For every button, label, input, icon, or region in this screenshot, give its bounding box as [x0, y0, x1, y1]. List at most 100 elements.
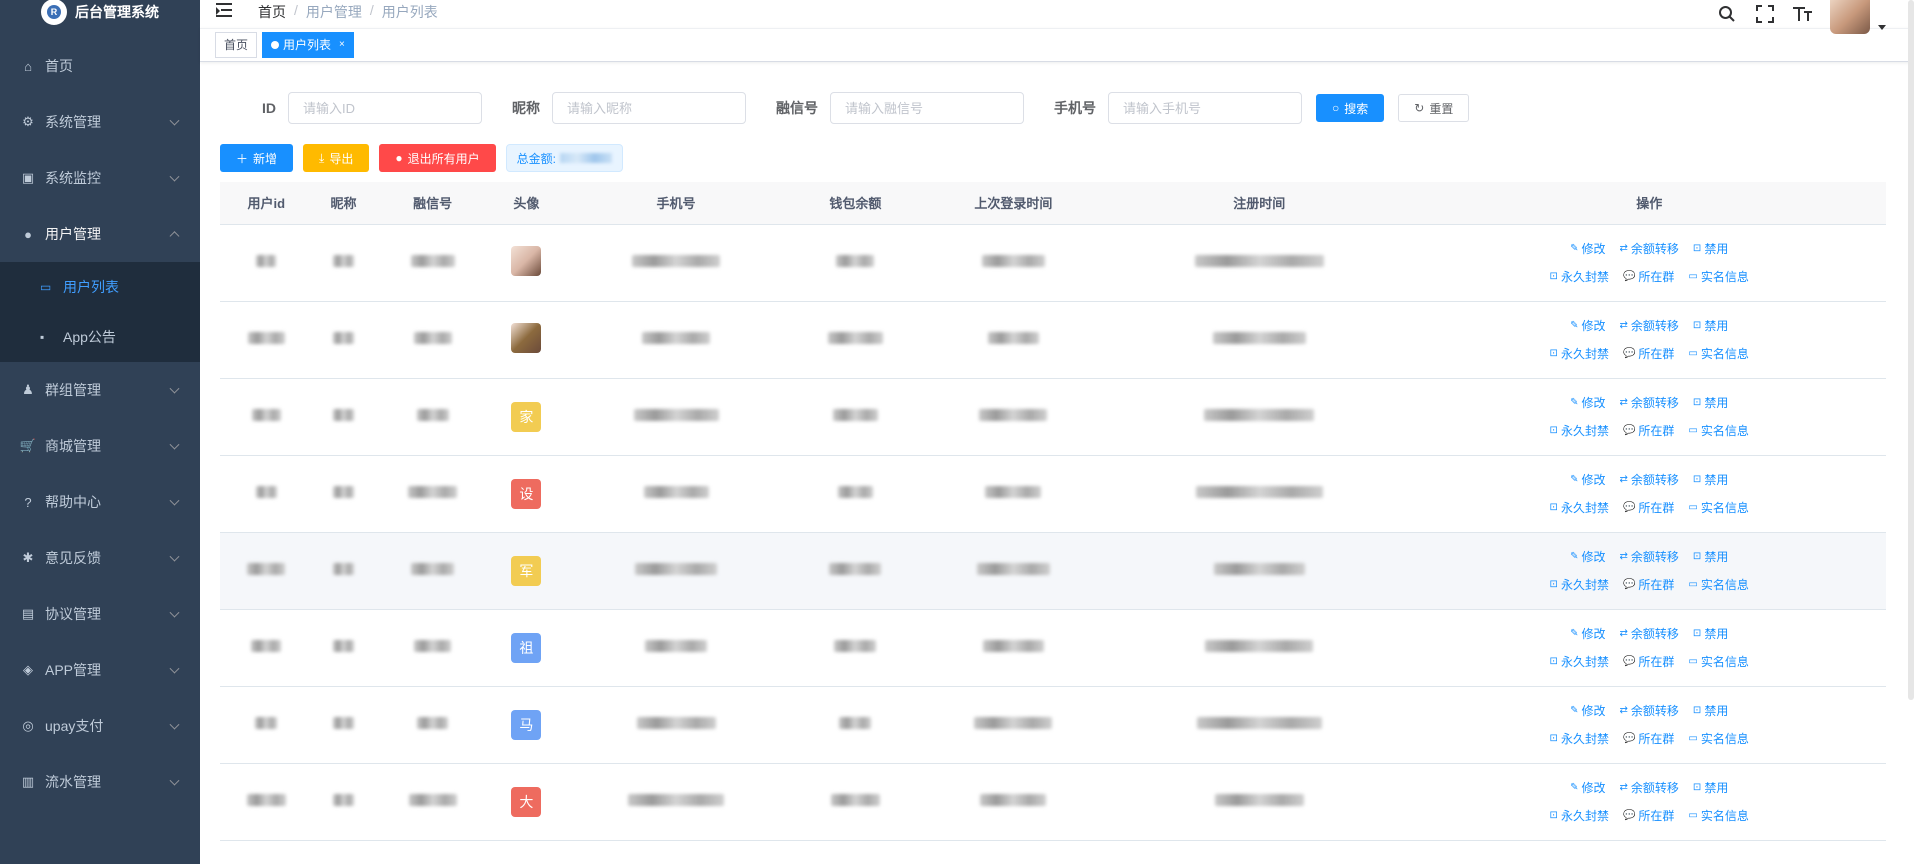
- action-0-ops_row2[interactable]: ⊡ 永久封禁: [1550, 807, 1609, 824]
- sidebar-item-2[interactable]: ▣ 系统监控: [0, 150, 200, 206]
- table-row[interactable]: 大 ✎ 修改 ⇄ 余额转移 ⊡ 禁用 ⊡ 永久封禁 💬 所在群 ▭ 实名信息: [220, 763, 1886, 841]
- breadcrumb-home[interactable]: 首页: [258, 2, 286, 22]
- table-row[interactable]: 马 ✎ 修改 ⇄ 余额转移 ⊡ 禁用 ⊡ 永久封禁 💬 所在群 ▭ 实名信息: [220, 686, 1886, 764]
- action-2-ops_row2[interactable]: ▭ 实名信息: [1688, 653, 1748, 670]
- action-0-ops_row1[interactable]: ✎ 修改: [1570, 394, 1605, 411]
- action-0-ops_row1[interactable]: ✎ 修改: [1570, 240, 1605, 257]
- tag-user-list[interactable]: 用户列表 ×: [262, 32, 354, 58]
- action-0-ops_row2[interactable]: ⊡ 永久封禁: [1550, 730, 1609, 747]
- sidebar-item-4[interactable]: ♟ 群组管理: [0, 362, 200, 418]
- redacted-value: [632, 255, 721, 267]
- action-1-ops_row1[interactable]: ⇄ 余额转移: [1620, 548, 1679, 565]
- id-input[interactable]: [288, 92, 482, 124]
- action-1-ops_row2[interactable]: 💬 所在群: [1623, 268, 1674, 285]
- action-2-ops_row1[interactable]: ⊡ 禁用: [1693, 779, 1728, 796]
- sidebar-item-11[interactable]: ▥ 流水管理: [0, 754, 200, 810]
- action-2-ops_row2[interactable]: ▭ 实名信息: [1688, 499, 1748, 516]
- action-1-ops_row1[interactable]: ⇄ 余额转移: [1620, 317, 1679, 334]
- action-1-ops_row2[interactable]: 💬 所在群: [1623, 499, 1674, 516]
- action-2-ops_row1[interactable]: ⊡ 禁用: [1693, 471, 1728, 488]
- sidebar-item-5[interactable]: 🛒 商城管理: [0, 418, 200, 474]
- tag-home[interactable]: 首页: [215, 32, 258, 58]
- action-1-ops_row1[interactable]: ⇄ 余额转移: [1620, 394, 1679, 411]
- action-0-ops_row2[interactable]: ⊡ 永久封禁: [1550, 268, 1609, 285]
- add-button[interactable]: ＋新增: [220, 144, 294, 172]
- sidebar-item-8[interactable]: ▤ 协议管理: [0, 586, 200, 642]
- sidebar-item-9[interactable]: ◈ APP管理: [0, 642, 200, 698]
- logout-all-button[interactable]: ● 退出所有用户: [379, 144, 496, 172]
- table-row[interactable]: 军 ✎ 修改 ⇄ 余额转移 ⊡ 禁用 ⊡ 永久封禁 💬 所在群 ▭ 实名信息: [220, 532, 1886, 610]
- font-size-icon[interactable]: [1792, 3, 1814, 25]
- action-1-ops_row1[interactable]: ⇄ 余额转移: [1620, 471, 1679, 488]
- action-2-ops_row2[interactable]: ▭ 实名信息: [1688, 268, 1748, 285]
- action-2-ops_row2[interactable]: ▭ 实名信息: [1688, 345, 1748, 362]
- sidebar-item-0[interactable]: ⌂ 首页: [0, 38, 200, 94]
- action-2-ops_row1[interactable]: ⊡ 禁用: [1693, 625, 1728, 642]
- action-2-ops_row1[interactable]: ⊡ 禁用: [1693, 394, 1728, 411]
- hamburger-icon[interactable]: [216, 3, 236, 19]
- search-button[interactable]: ○ 搜索: [1316, 94, 1385, 122]
- submenu-item-1[interactable]: ▪ App公告: [0, 312, 200, 362]
- sidebar-item-6[interactable]: ? 帮助中心: [0, 474, 200, 530]
- action-0-ops_row2[interactable]: ⊡ 永久封禁: [1550, 345, 1609, 362]
- action-2-ops_row2[interactable]: ▭ 实名信息: [1688, 730, 1748, 747]
- sidebar-item-3[interactable]: ● 用户管理: [0, 206, 200, 262]
- action-2-ops_row1[interactable]: ⊡ 禁用: [1693, 317, 1728, 334]
- action-1-ops_row2[interactable]: 💬 所在群: [1623, 345, 1674, 362]
- action-0-ops_row1[interactable]: ✎ 修改: [1570, 471, 1605, 488]
- avatar: 祖: [511, 632, 542, 663]
- user-avatar[interactable]: [1830, 0, 1870, 34]
- sidebar-item-1[interactable]: ⚙ 系统管理: [0, 94, 200, 150]
- action-1-ops_row2[interactable]: 💬 所在群: [1623, 576, 1674, 593]
- scrollbar[interactable]: [1908, 0, 1914, 700]
- sidebar-item-7[interactable]: ✱ 意见反馈: [0, 530, 200, 586]
- table-row[interactable]: 祖 ✎ 修改 ⇄ 余额转移 ⊡ 禁用 ⊡ 永久封禁 💬 所在群 ▭ 实名信息: [220, 609, 1886, 687]
- nickname-input[interactable]: [552, 92, 746, 124]
- action-0-ops_row1[interactable]: ✎ 修改: [1570, 779, 1605, 796]
- reset-button[interactable]: ↻ 重置: [1398, 94, 1470, 122]
- action-2-ops_row2[interactable]: ▭ 实名信息: [1688, 422, 1748, 439]
- app-logo[interactable]: R 后台管理系统: [0, 0, 200, 28]
- caret-down-icon[interactable]: [1878, 24, 1886, 30]
- search-icon[interactable]: [1716, 3, 1738, 25]
- action-0-ops_row2[interactable]: ⊡ 永久封禁: [1550, 422, 1609, 439]
- submenu-item-0[interactable]: ▭ 用户列表: [0, 262, 200, 312]
- table-cell: [374, 224, 491, 302]
- action-0-ops_row1[interactable]: ✎ 修改: [1570, 548, 1605, 565]
- action-0-ops_row1[interactable]: ✎ 修改: [1570, 625, 1605, 642]
- table-row[interactable]: ✎ 修改 ⇄ 余额转移 ⊡ 禁用 ⊡ 永久封禁 💬 所在群 ▭ 实名信息: [220, 301, 1886, 379]
- table-cell: [312, 301, 375, 379]
- action-1-ops_row1[interactable]: ⇄ 余额转移: [1620, 240, 1679, 257]
- action-0-ops_row2[interactable]: ⊡ 永久封禁: [1550, 653, 1609, 670]
- table-cell: [790, 301, 921, 379]
- close-icon[interactable]: ×: [339, 33, 345, 57]
- actions-cell: ✎ 修改 ⇄ 余额转移 ⊡ 禁用 ⊡ 永久封禁 💬 所在群 ▭ 实名信息: [1412, 455, 1886, 533]
- fullscreen-icon[interactable]: [1754, 3, 1776, 25]
- action-1-ops_row2[interactable]: 💬 所在群: [1623, 730, 1674, 747]
- action-1-ops_row2[interactable]: 💬 所在群: [1623, 422, 1674, 439]
- export-button[interactable]: ⤓ 导出: [303, 144, 370, 172]
- action-1-ops_row2[interactable]: 💬 所在群: [1623, 653, 1674, 670]
- action-1-ops_row1[interactable]: ⇄ 余额转移: [1620, 625, 1679, 642]
- redacted-value: [832, 409, 878, 421]
- action-2-ops_row1[interactable]: ⊡ 禁用: [1693, 548, 1728, 565]
- sidebar-item-10[interactable]: ◎ upay支付: [0, 698, 200, 754]
- action-0-ops_row2[interactable]: ⊡ 永久封禁: [1550, 499, 1609, 516]
- rongxin-input[interactable]: [830, 92, 1024, 124]
- chevron-down-icon: [169, 495, 180, 506]
- table-row[interactable]: ✎ 修改 ⇄ 余额转移 ⊡ 禁用 ⊡ 永久封禁 💬 所在群 ▭ 实名信息: [220, 224, 1886, 302]
- action-0-ops_row1[interactable]: ✎ 修改: [1570, 702, 1605, 719]
- action-1-ops_row1[interactable]: ⇄ 余额转移: [1620, 702, 1679, 719]
- action-0-ops_row2[interactable]: ⊡ 永久封禁: [1550, 576, 1609, 593]
- action-1-ops_row1[interactable]: ⇄ 余额转移: [1620, 779, 1679, 796]
- action-1-ops_row2[interactable]: 💬 所在群: [1623, 807, 1674, 824]
- table-row[interactable]: 设 ✎ 修改 ⇄ 余额转移 ⊡ 禁用 ⊡ 永久封禁 💬 所在群 ▭ 实名信息: [220, 455, 1886, 533]
- transfer-icon: ⇄: [1619, 551, 1628, 562]
- phone-input[interactable]: [1108, 92, 1302, 124]
- action-2-ops_row2[interactable]: ▭ 实名信息: [1688, 807, 1748, 824]
- action-2-ops_row2[interactable]: ▭ 实名信息: [1688, 576, 1748, 593]
- action-0-ops_row1[interactable]: ✎ 修改: [1570, 317, 1605, 334]
- action-2-ops_row1[interactable]: ⊡ 禁用: [1693, 240, 1728, 257]
- table-row[interactable]: 家 ✎ 修改 ⇄ 余额转移 ⊡ 禁用 ⊡ 永久封禁 💬 所在群 ▭ 实名信息: [220, 378, 1886, 456]
- action-2-ops_row1[interactable]: ⊡ 禁用: [1693, 702, 1728, 719]
